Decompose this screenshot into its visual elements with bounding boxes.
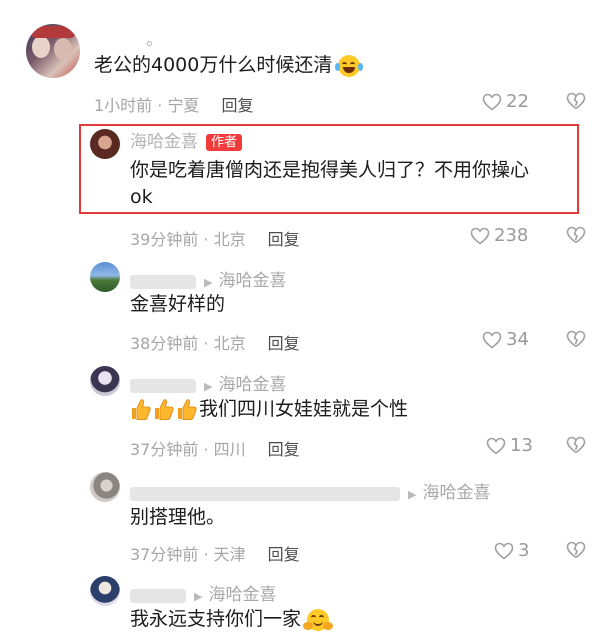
comment-meta: 1小时前 · 宁夏 回复: [94, 92, 253, 116]
avatar[interactable]: [90, 472, 120, 502]
comment-meta: 37分钟前 · 四川 回复: [130, 436, 300, 460]
comment-text-line: 你是吃着唐僧肉还是抱得美人归了？不用你操心: [130, 159, 530, 181]
laughing-tears-emoji-icon: [335, 54, 364, 77]
reply-button[interactable]: 回复: [268, 545, 300, 564]
comment-time-location: 38分钟前 · 北京: [130, 334, 246, 353]
like-button[interactable]: 3: [494, 540, 529, 561]
comment-text-content: 我们四川女娃娃就是个性: [199, 398, 409, 420]
reply-button[interactable]: 回复: [221, 96, 253, 115]
obscured-username: [130, 486, 400, 501]
reply-button[interactable]: 回复: [268, 440, 300, 459]
avatar[interactable]: [26, 24, 80, 78]
dislike-button[interactable]: [566, 436, 586, 454]
avatar[interactable]: [90, 366, 120, 396]
comment-text: 你是吃着唐僧肉还是抱得美人归了？不用你操心 ok: [130, 157, 575, 211]
author-badge: 作者: [206, 134, 243, 151]
thumbs-up-emoji-icon: [155, 399, 174, 420]
comment-time-location: 1小时前 · 宁夏: [94, 96, 200, 115]
comment-time-location: 37分钟前 · 天津: [130, 545, 246, 564]
reply-arrow-icon: ▶: [204, 380, 213, 393]
obscured-username: [130, 588, 186, 603]
like-count: 3: [518, 540, 530, 561]
dislike-button[interactable]: [566, 226, 586, 244]
comment-text: 我们四川女娃娃就是个性: [130, 396, 408, 423]
dislike-button[interactable]: [566, 92, 586, 110]
like-count: 34: [506, 329, 529, 350]
like-button[interactable]: 34: [482, 329, 529, 350]
obscured-username: [130, 378, 196, 393]
commenter-name: 海哈金喜: [130, 132, 198, 152]
heart-icon: [482, 331, 502, 349]
comment-text: 别搭理他。: [130, 506, 226, 528]
comment-meta: 39分钟前 · 北京 回复: [130, 226, 300, 250]
comment-time-location: 39分钟前 · 北京: [130, 230, 246, 249]
like-button[interactable]: 238: [470, 225, 528, 246]
reply-header: ▶ 海哈金喜: [130, 266, 286, 291]
hugging-face-emoji-icon: [303, 608, 334, 631]
reply-button[interactable]: 回复: [268, 230, 300, 249]
reply-header: ▶ 海哈金喜: [130, 580, 276, 605]
broken-heart-icon: [566, 436, 586, 454]
comment-text: 金喜好样的: [130, 293, 226, 315]
comment-meta: 37分钟前 · 天津 回复: [130, 541, 300, 565]
reply-button[interactable]: 回复: [268, 334, 300, 353]
reply-arrow-icon: ▶: [408, 488, 417, 501]
comment-meta: 38分钟前 · 北京 回复: [130, 330, 300, 354]
like-button[interactable]: 22: [482, 91, 529, 112]
comment-time-location: 37分钟前 · 四川: [130, 440, 246, 459]
broken-heart-icon: [566, 541, 586, 559]
broken-heart-icon: [566, 330, 586, 348]
dislike-button[interactable]: [566, 541, 586, 559]
reply-target-name[interactable]: 海哈金喜: [218, 271, 286, 291]
dislike-button[interactable]: [566, 330, 586, 348]
comment-text-content: 我永远支持你们一家: [130, 608, 302, 630]
broken-heart-icon: [566, 92, 586, 110]
reply-arrow-icon: ▶: [194, 590, 203, 603]
comment-text-content: 老公的4000万什么时候还清: [94, 54, 333, 76]
comment-text-line: ok: [130, 186, 153, 208]
comment-text: 我永远支持你们一家: [130, 606, 334, 633]
like-count: 238: [494, 225, 529, 246]
heart-icon: [486, 437, 506, 455]
comment-text: 老公的4000万什么时候还清: [94, 52, 364, 79]
thumbs-up-emoji-icon: [178, 399, 197, 420]
like-count: 13: [510, 435, 533, 456]
thumbs-up-emoji-icon: [132, 399, 151, 420]
avatar[interactable]: [90, 576, 120, 606]
author-avatar[interactable]: [90, 129, 120, 159]
obscured-username: [130, 274, 196, 289]
reply-target-name[interactable]: 海哈金喜: [422, 483, 490, 503]
author-name-row: 海哈金喜 作者: [130, 132, 243, 152]
like-count: 22: [506, 91, 529, 112]
heart-icon: [470, 227, 490, 245]
reply-target-name[interactable]: 海哈金喜: [218, 375, 286, 395]
commenter-name: 。: [146, 30, 163, 50]
reply-header: ▶ 海哈金喜: [130, 370, 286, 395]
avatar[interactable]: [90, 262, 120, 292]
heart-icon: [494, 542, 514, 560]
reply-target-name[interactable]: 海哈金喜: [208, 585, 276, 605]
reply-header: ▶ 海哈金喜: [130, 478, 490, 503]
heart-icon: [482, 93, 502, 111]
broken-heart-icon: [566, 226, 586, 244]
like-button[interactable]: 13: [486, 435, 533, 456]
reply-arrow-icon: ▶: [204, 276, 213, 289]
